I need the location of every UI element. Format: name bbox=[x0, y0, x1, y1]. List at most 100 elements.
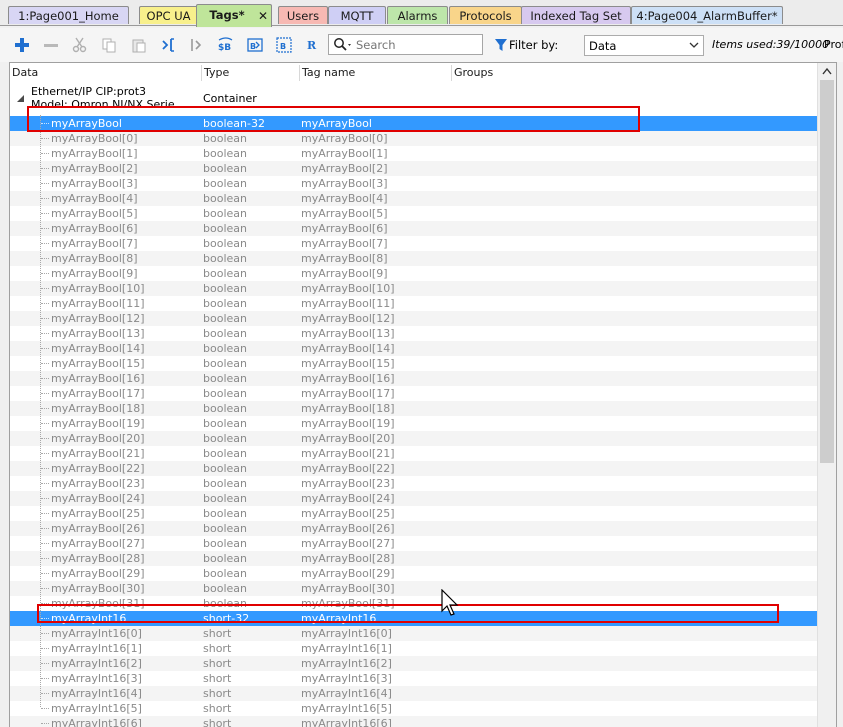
tag-row[interactable]: myArrayBool[14] boolean myArrayBool[14] bbox=[10, 341, 817, 356]
tag-row[interactable]: myArrayInt16[4] short myArrayInt16[4] bbox=[10, 686, 817, 701]
copy-icon[interactable] bbox=[100, 36, 118, 54]
tag-data-cell: myArrayInt16[1] bbox=[51, 642, 142, 655]
cut-icon[interactable] bbox=[71, 36, 89, 54]
tab-mqtt[interactable]: MQTT bbox=[328, 6, 386, 24]
tag-row[interactable]: myArrayInt16[0] short myArrayInt16[0] bbox=[10, 626, 817, 641]
tag-row[interactable]: myArrayBool[29] boolean myArrayBool[29] bbox=[10, 566, 817, 581]
tag-data-cell: myArrayBool[18] bbox=[51, 402, 145, 415]
tag-row[interactable]: myArrayBool[18] boolean myArrayBool[18] bbox=[10, 401, 817, 416]
tag-row[interactable]: myArrayInt16[2] short myArrayInt16[2] bbox=[10, 656, 817, 671]
tag-row[interactable]: myArrayBool[17] boolean myArrayBool[17] bbox=[10, 386, 817, 401]
tag-row[interactable]: myArrayBool[21] boolean myArrayBool[21] bbox=[10, 446, 817, 461]
column-header-groups[interactable]: Groups bbox=[452, 63, 602, 83]
column-header-tag-name[interactable]: Tag name bbox=[300, 63, 452, 83]
tab-indexed-tag-set[interactable]: Indexed Tag Set bbox=[521, 6, 631, 24]
tag-row[interactable]: myArrayInt16[3] short myArrayInt16[3] bbox=[10, 671, 817, 686]
search-input[interactable] bbox=[356, 36, 478, 53]
tag-name-cell: myArrayBool[3] bbox=[301, 177, 388, 190]
import-icon[interactable] bbox=[159, 36, 177, 54]
tree-connector bbox=[41, 663, 49, 664]
items-used-counter: Items used:39/10000 bbox=[712, 38, 830, 51]
tag-type-cell: boolean bbox=[203, 432, 247, 445]
tag-row[interactable]: myArrayBool[1] boolean myArrayBool[1] bbox=[10, 146, 817, 161]
tag-row[interactable]: myArrayBool[19] boolean myArrayBool[19] bbox=[10, 416, 817, 431]
filter-select[interactable]: Data bbox=[584, 35, 704, 56]
tag-row[interactable]: myArrayBool[16] boolean myArrayBool[16] bbox=[10, 371, 817, 386]
tab-opc-ua[interactable]: OPC UA bbox=[139, 6, 198, 24]
tag-data-cell: myArrayBool[16] bbox=[51, 372, 145, 385]
tag-data-cell: myArrayBool[14] bbox=[51, 342, 145, 355]
tag-row[interactable]: myArrayBool[8] boolean myArrayBool[8] bbox=[10, 251, 817, 266]
tag-row[interactable]: myArrayBool[28] boolean myArrayBool[28] bbox=[10, 551, 817, 566]
tag-row[interactable]: myArrayInt16[6] short myArrayInt16[6] bbox=[10, 716, 817, 727]
tag-row[interactable]: myArrayBool[6] boolean myArrayBool[6] bbox=[10, 221, 817, 236]
tag-name-cell: myArrayBool[6] bbox=[301, 222, 388, 235]
tab-protocols[interactable]: Protocols bbox=[449, 6, 522, 24]
tag-row[interactable]: myArrayBool[12] boolean myArrayBool[12] bbox=[10, 311, 817, 326]
tag-data-cell: myArrayBool[28] bbox=[51, 552, 145, 565]
remove-icon[interactable] bbox=[42, 36, 60, 54]
highlight-box-bool-array bbox=[27, 106, 640, 132]
tree-connector bbox=[41, 723, 49, 724]
tab-alarms[interactable]: Alarms bbox=[387, 6, 448, 24]
tree-connector bbox=[41, 528, 49, 529]
dictionary-icon[interactable]: $B bbox=[217, 36, 235, 54]
tag-row[interactable]: myArrayBool[27] boolean myArrayBool[27] bbox=[10, 536, 817, 551]
tag-type-cell: boolean bbox=[203, 297, 247, 310]
tag-type-cell: boolean bbox=[203, 522, 247, 535]
tag-row[interactable]: myArrayBool[15] boolean myArrayBool[15] bbox=[10, 356, 817, 371]
tag-row[interactable]: myArrayBool[5] boolean myArrayBool[5] bbox=[10, 206, 817, 221]
chevron-up-icon[interactable] bbox=[822, 67, 832, 75]
tag-name-cell: myArrayBool[15] bbox=[301, 357, 395, 370]
tag-row[interactable]: myArrayBool[25] boolean myArrayBool[25] bbox=[10, 506, 817, 521]
tab-users[interactable]: Users bbox=[278, 6, 328, 24]
search-box[interactable] bbox=[328, 34, 483, 55]
tag-row[interactable]: myArrayBool[24] boolean myArrayBool[24] bbox=[10, 491, 817, 506]
column-header-type[interactable]: Type bbox=[202, 63, 300, 83]
tag-name-cell: myArrayBool[29] bbox=[301, 567, 395, 580]
tag-row[interactable]: myArrayBool[10] boolean myArrayBool[10] bbox=[10, 281, 817, 296]
tag-row[interactable]: myArrayBool[22] boolean myArrayBool[22] bbox=[10, 461, 817, 476]
tag-name-cell: myArrayBool[13] bbox=[301, 327, 395, 340]
tag-row[interactable]: myArrayBool[9] boolean myArrayBool[9] bbox=[10, 266, 817, 281]
refresh-icon[interactable]: R bbox=[303, 36, 321, 54]
tab-label: 1:Page001_Home bbox=[18, 9, 119, 23]
left-edge bbox=[0, 62, 9, 726]
tab-tags[interactable]: Tags* ✕ bbox=[196, 4, 272, 27]
array-icon[interactable]: B bbox=[275, 36, 293, 54]
tag-name-cell: myArrayInt16[2] bbox=[301, 657, 392, 670]
vertical-scrollbar[interactable] bbox=[817, 63, 836, 727]
tag-name-cell: myArrayBool[21] bbox=[301, 447, 395, 460]
tag-row[interactable]: myArrayBool[2] boolean myArrayBool[2] bbox=[10, 161, 817, 176]
tag-data-cell: myArrayBool[8] bbox=[51, 252, 138, 265]
add-icon[interactable] bbox=[13, 36, 31, 54]
tag-type-cell: boolean bbox=[203, 582, 247, 595]
tag-row[interactable]: myArrayBool[30] boolean myArrayBool[30] bbox=[10, 581, 817, 596]
tag-name-cell: myArrayBool[1] bbox=[301, 147, 388, 160]
convert-icon[interactable]: B bbox=[246, 36, 264, 54]
tag-row[interactable]: myArrayBool[0] boolean myArrayBool[0] bbox=[10, 131, 817, 146]
scrollbar-thumb[interactable] bbox=[820, 80, 834, 463]
tag-row[interactable]: myArrayInt16[1] short myArrayInt16[1] bbox=[10, 641, 817, 656]
filter-icon[interactable] bbox=[494, 38, 508, 52]
tag-row[interactable]: myArrayBool[3] boolean myArrayBool[3] bbox=[10, 176, 817, 191]
tag-row[interactable]: myArrayBool[4] boolean myArrayBool[4] bbox=[10, 191, 817, 206]
tag-data-cell: myArrayBool[10] bbox=[51, 282, 145, 295]
export-icon[interactable] bbox=[188, 36, 206, 54]
tag-row[interactable]: myArrayBool[7] boolean myArrayBool[7] bbox=[10, 236, 817, 251]
svg-text:R: R bbox=[307, 39, 317, 52]
tag-row[interactable]: myArrayInt16[5] short myArrayInt16[5] bbox=[10, 701, 817, 716]
search-icon[interactable] bbox=[333, 37, 355, 53]
close-icon[interactable]: ✕ bbox=[258, 6, 268, 26]
tab-page004-alarmbuffer[interactable]: 4:Page004_AlarmBuffer* bbox=[631, 6, 783, 24]
tag-row[interactable]: myArrayBool[20] boolean myArrayBool[20] bbox=[10, 431, 817, 446]
tree-connector bbox=[41, 468, 49, 469]
paste-icon[interactable] bbox=[130, 36, 148, 54]
tab-page001-home[interactable]: 1:Page001_Home bbox=[8, 6, 129, 24]
tag-row[interactable]: myArrayBool[11] boolean myArrayBool[11] bbox=[10, 296, 817, 311]
tag-row[interactable]: myArrayBool[13] boolean myArrayBool[13] bbox=[10, 326, 817, 341]
tag-row[interactable]: myArrayBool[26] boolean myArrayBool[26] bbox=[10, 521, 817, 536]
tree-connector bbox=[41, 513, 49, 514]
tag-row[interactable]: myArrayBool[23] boolean myArrayBool[23] bbox=[10, 476, 817, 491]
column-header-data[interactable]: Data bbox=[10, 63, 202, 83]
